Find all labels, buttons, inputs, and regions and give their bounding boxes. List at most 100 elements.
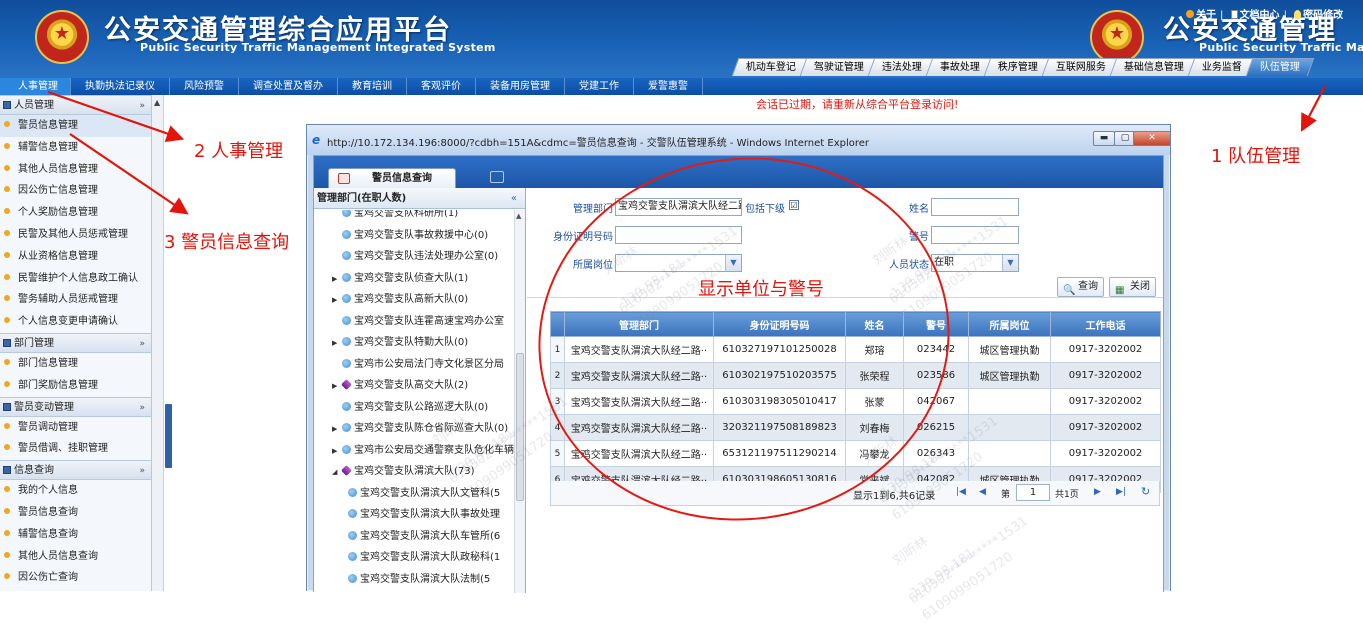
sidebar-item[interactable]: 个人奖励信息管理 <box>0 202 151 224</box>
close-button[interactable]: ▦ 关闭 <box>1109 277 1156 297</box>
menu-item-2[interactable]: 风险预警 <box>170 78 239 95</box>
module-tab-0[interactable]: 机动车登记 <box>731 58 811 76</box>
doc-center-link[interactable]: 文档中心 <box>1230 10 1280 21</box>
module-tab-8[interactable]: 队伍管理 <box>1245 58 1315 76</box>
menu-item-6[interactable]: 装备用房管理 <box>476 78 565 95</box>
tree-node[interactable]: 宝鸡交警支队连霍高速宝鸡办公室 <box>314 311 514 333</box>
tree-node[interactable]: 宝鸡交警支队渭滨大队事故处理 <box>314 504 514 526</box>
page-number-input[interactable]: 1 <box>1016 484 1050 501</box>
sidebar-item[interactable]: 因公伤亡信息管理 <box>0 180 151 202</box>
sidebar-group-3[interactable]: 信息查询» <box>0 460 151 481</box>
chevron-down-icon[interactable]: » <box>139 96 145 116</box>
menu-item-7[interactable]: 党建工作 <box>565 78 634 95</box>
sidebar-item[interactable]: 其他人员信息查询 <box>0 546 151 568</box>
close-window-button[interactable]: ✕ <box>1133 131 1171 146</box>
bullet-icon <box>4 358 10 365</box>
menu-item-8[interactable]: 爱警惠警 <box>634 78 703 95</box>
sidebar-group-1[interactable]: 部门管理» <box>0 332 151 354</box>
department-icon <box>342 315 351 325</box>
department-icon <box>342 423 351 432</box>
sidebar-group-2[interactable]: 警员变动管理» <box>0 396 151 418</box>
module-tab-5[interactable]: 互联网服务 <box>1041 58 1121 76</box>
expand-icon[interactable]: ▶ <box>332 333 342 355</box>
sidebar-item[interactable]: 民警及其他人员惩戒管理 <box>0 224 151 246</box>
tab-ghost-icon[interactable] <box>490 171 504 183</box>
sidebar-item[interactable]: 个人信息变更申请确认 <box>0 311 151 333</box>
refresh-icon[interactable]: ↻ <box>1141 485 1150 498</box>
expand-icon[interactable]: ▶ <box>332 376 342 398</box>
tree-node[interactable]: ▶ 宝鸡交警支队高交大队(2) <box>314 375 514 397</box>
sidebar-item[interactable]: 辅警信息查询 <box>0 524 151 546</box>
sidebar-item[interactable]: 因公伤亡查询 <box>0 567 151 589</box>
tree-node[interactable]: 宝鸡交警支队渭滨大队政秘科(1 <box>314 547 514 569</box>
column-header[interactable]: 工作电话 <box>1050 311 1161 337</box>
chevron-down-icon[interactable]: » <box>139 461 145 481</box>
chevron-down-icon[interactable]: » <box>139 398 145 418</box>
tree-node[interactable]: 宝鸡交警支队科研所(1) <box>314 210 514 225</box>
tab-police-query[interactable]: 警员信息查询 <box>328 168 456 188</box>
tree-node[interactable]: 宝鸡交警支队渭滨大队法制(5 <box>314 569 514 591</box>
query-button[interactable]: 🔍 查询 <box>1057 277 1104 297</box>
name-input[interactable] <box>931 198 1019 216</box>
sidebar-group-0[interactable]: 人员管理» <box>0 95 151 115</box>
next-page-icon[interactable]: ▶ <box>1094 487 1101 497</box>
bullet-icon <box>4 486 10 493</box>
sidebar-item[interactable]: 部门信息管理 <box>0 353 151 375</box>
department-icon <box>348 509 357 518</box>
menu-item-1[interactable]: 执勤执法记录仪 <box>71 78 170 95</box>
tree-node[interactable]: 宝鸡交警支队事故救援中心(0) <box>314 225 514 247</box>
menu-item-0[interactable]: 人事管理 <box>0 78 71 95</box>
prev-page-icon[interactable]: ◀ <box>979 487 986 497</box>
tree-node[interactable]: 宝鸡交警支队渭滨大队车管所(6 <box>314 526 514 548</box>
bullet-icon <box>4 573 10 580</box>
splitter-handle[interactable] <box>165 404 172 468</box>
sidebar-item[interactable]: 警员借调、挂职管理 <box>0 438 151 460</box>
tree-node[interactable]: ▶ 宝鸡交警支队高新大队(0) <box>314 289 514 311</box>
popup-titlebar[interactable]: e http://10.172.134.196:8000/?cdbh=151A&… <box>307 125 1171 155</box>
sidebar-item[interactable]: 部门奖励信息管理 <box>0 375 151 397</box>
first-page-icon[interactable]: |◀ <box>956 487 966 497</box>
module-tab-1[interactable]: 驾驶证管理 <box>799 58 879 76</box>
tree-scrollbar[interactable]: ▲ <box>514 210 525 593</box>
tree-node[interactable]: 宝鸡交警支队公路巡逻大队(0) <box>314 397 514 419</box>
module-tab-6[interactable]: 基础信息管理 <box>1109 58 1199 76</box>
expand-icon[interactable]: ▶ <box>332 441 342 463</box>
minimize-button[interactable]: ▬ <box>1093 131 1115 146</box>
expand-icon[interactable]: ▶ <box>332 419 342 441</box>
column-header[interactable]: 所属岗位 <box>968 311 1051 337</box>
expand-icon[interactable]: ▶ <box>332 290 342 312</box>
scroll-up-icon[interactable]: ▲ <box>516 212 521 220</box>
sidebar-item[interactable]: 警员信息查询 <box>0 502 151 524</box>
bullet-icon <box>4 529 10 536</box>
sidebar-item[interactable]: 我的个人信息 <box>0 480 151 502</box>
last-page-icon[interactable]: ▶| <box>1116 487 1126 497</box>
tree-node[interactable]: 宝鸡市公安局法门寺文化景区分局 <box>314 354 514 376</box>
sidebar-item[interactable]: 警务辅助人员惩戒管理 <box>0 289 151 311</box>
header-banner: 公安交通管理综合应用平台 Public Security Traffic Man… <box>0 0 1363 78</box>
sidebar-item[interactable]: 辅警信息管理 <box>0 137 151 159</box>
sidebar-item[interactable]: 从业资格信息管理 <box>0 246 151 268</box>
menu-item-5[interactable]: 客观评价 <box>407 78 476 95</box>
expand-icon[interactable]: ◢ <box>332 462 342 484</box>
tree-node[interactable]: 宝鸡交警支队违法处理办公室(0) <box>314 246 514 268</box>
menu-item-4[interactable]: 教育培训 <box>338 78 407 95</box>
sidebar-item[interactable]: 警员调动管理 <box>0 417 151 439</box>
sidebar-scrollbar[interactable]: ▲ <box>152 95 164 591</box>
tree-node[interactable]: ▶ 宝鸡交警支队特勤大队(0) <box>314 332 514 354</box>
chevron-down-icon[interactable]: » <box>139 334 145 354</box>
scroll-up-icon[interactable]: ▲ <box>154 98 160 107</box>
sidebar-item[interactable]: 其他人员信息管理 <box>0 159 151 181</box>
password-link[interactable]: 密码修改 <box>1294 10 1343 21</box>
tree-node[interactable]: ▶ 宝鸡交警支队陈仓省际巡查大队(0) <box>314 418 514 440</box>
menu-item-3[interactable]: 调查处置及督办 <box>239 78 338 95</box>
sidebar-item[interactable]: 民警维护个人信息政工确认 <box>0 268 151 290</box>
expand-icon[interactable]: ▶ <box>332 269 342 291</box>
sidebar-item[interactable]: 警员信息管理 <box>0 115 151 137</box>
bullet-icon <box>4 380 10 387</box>
department-icon <box>342 337 351 346</box>
collapse-icon[interactable]: « <box>511 188 517 209</box>
about-link[interactable]: 关于 <box>1186 10 1216 21</box>
bullet-icon <box>4 551 10 558</box>
tree-node[interactable]: ▶ 宝鸡交警支队侦查大队(1) <box>314 268 514 290</box>
chevron-down-icon[interactable]: ▼ <box>1002 255 1018 271</box>
